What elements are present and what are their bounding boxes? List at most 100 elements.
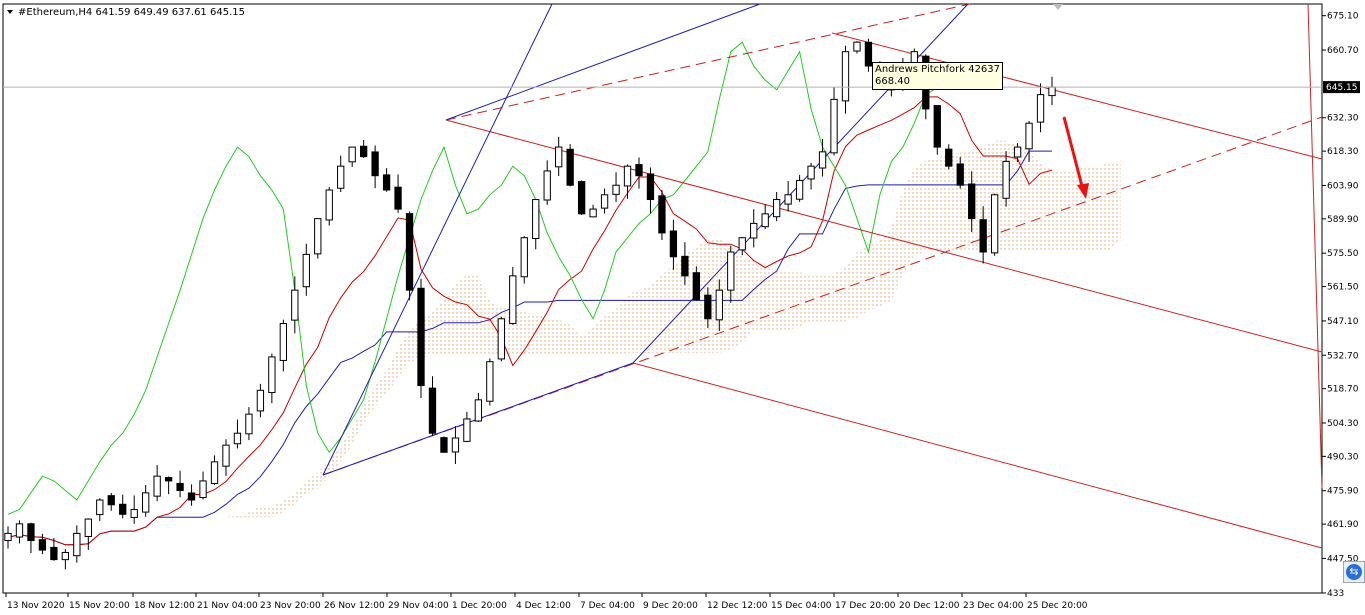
candle-body xyxy=(497,318,505,360)
y-tick-label: 561.50 xyxy=(1327,283,1359,293)
x-tick-label: 20 Dec 12:00 xyxy=(899,601,960,611)
candle-body xyxy=(4,532,12,542)
candle-body xyxy=(164,477,173,482)
candle-body xyxy=(658,195,666,234)
candle-body xyxy=(348,146,356,163)
candle-body xyxy=(589,208,597,218)
candle-body xyxy=(222,444,230,467)
candle-body xyxy=(933,105,941,148)
candle-body xyxy=(451,437,460,453)
scroll-to-end-button[interactable]: ⇆ xyxy=(1343,561,1365,583)
candle-body xyxy=(428,387,437,434)
x-tick-label: 26 Nov 12:00 xyxy=(324,601,385,611)
candle xyxy=(486,358,494,406)
candle-body xyxy=(773,199,781,218)
candle xyxy=(990,193,999,256)
y-tick-label: 461.90 xyxy=(1327,520,1359,530)
candle-body xyxy=(750,222,758,239)
candle-body xyxy=(692,272,701,301)
y-tick-label: 675.10 xyxy=(1327,12,1359,22)
x-tick-label: 7 Dec 04:00 xyxy=(580,601,635,611)
candle-body xyxy=(61,551,70,561)
candle-body xyxy=(474,399,483,422)
candle-body xyxy=(945,148,953,167)
x-tick-label: 15 Nov 20:00 xyxy=(69,601,130,611)
pitchfork-tooltip: Andrews Pitchfork 42637 668.40 xyxy=(872,62,1004,90)
candle-body xyxy=(979,219,987,253)
x-tick-label: 17 Dec 20:00 xyxy=(835,601,896,611)
x-tick-label: 12 Dec 12:00 xyxy=(707,601,768,611)
candle-body xyxy=(681,255,689,277)
candle-body xyxy=(382,174,391,191)
candle-body xyxy=(635,164,643,177)
candle-body xyxy=(371,151,379,177)
candle-body xyxy=(38,539,47,551)
x-tick-label: 13 Nov 2020 xyxy=(7,601,65,611)
candle-body xyxy=(291,289,299,321)
candle-body xyxy=(704,294,712,320)
candle xyxy=(658,189,666,241)
x-tick-label: 9 Dec 20:00 xyxy=(643,601,698,611)
candle-body xyxy=(359,145,368,158)
candle xyxy=(325,186,333,226)
candle-body xyxy=(1025,122,1033,150)
y-tick-label: 547.10 xyxy=(1327,317,1359,327)
candle xyxy=(566,144,574,187)
candle-body xyxy=(612,184,620,195)
candle xyxy=(577,180,586,215)
candle xyxy=(520,236,528,284)
candle-body xyxy=(864,41,873,67)
candle-body xyxy=(727,251,735,291)
candle-body xyxy=(1002,160,1010,199)
candle-body xyxy=(543,170,551,201)
candle-body xyxy=(245,413,253,435)
candle-body xyxy=(509,275,517,325)
x-tick-label: 23 Nov 20:00 xyxy=(260,601,321,611)
candle-body xyxy=(440,437,448,453)
candle-body xyxy=(96,499,104,516)
candle-body xyxy=(15,523,24,538)
candle-body xyxy=(119,503,127,515)
price-chart[interactable]: 675.10 660.70 632.30 618.30 603.90 589.90 575.… xyxy=(0,0,1365,615)
y-tick-label: 603.90 xyxy=(1327,181,1359,191)
y-tick-label: 518.70 xyxy=(1327,385,1359,395)
y-tick-label: 475.90 xyxy=(1327,487,1359,497)
x-tick-label: 23 Dec 04:00 xyxy=(963,601,1024,611)
tooltip-title: Andrews Pitchfork 42637 xyxy=(875,64,1001,75)
candle-body xyxy=(761,213,769,228)
candle xyxy=(509,266,517,325)
candle-body xyxy=(669,230,678,258)
candle-body xyxy=(715,289,723,321)
candle xyxy=(497,316,505,362)
candle-body xyxy=(566,148,574,186)
candle-body xyxy=(784,194,792,205)
candle-body xyxy=(600,194,609,209)
candle-body xyxy=(233,432,242,445)
candle-body xyxy=(187,492,196,501)
candle-body xyxy=(577,181,586,215)
chart-container[interactable]: 675.10 660.70 632.30 618.30 603.90 589.90 575.… xyxy=(0,0,1365,615)
candle-body xyxy=(956,163,964,186)
current-price-label: 645.15 xyxy=(1326,83,1358,93)
y-tick-label: 632.30 xyxy=(1327,114,1359,124)
candle xyxy=(405,211,414,301)
candle-body xyxy=(268,356,276,394)
x-tick-label: 4 Dec 12:00 xyxy=(516,601,571,611)
candle-body xyxy=(84,518,92,537)
candle-body xyxy=(520,237,528,278)
candle-body xyxy=(107,495,115,506)
candle-body xyxy=(325,189,333,221)
candle-body xyxy=(623,165,632,187)
chart-header-text: #Ethereum,H4 641.59 649.49 637.61 645.15 xyxy=(18,7,245,18)
candle-body xyxy=(1036,94,1045,123)
x-tick-label: 1 Dec 20:00 xyxy=(452,601,507,611)
y-tick-label: 575.50 xyxy=(1327,249,1359,259)
candle-body xyxy=(818,151,827,169)
candle-body xyxy=(142,492,150,513)
candle-body xyxy=(176,482,184,491)
candle-body xyxy=(555,146,563,168)
candle-body xyxy=(130,509,138,518)
candle xyxy=(314,218,322,259)
candle-body xyxy=(807,165,815,180)
candle-body xyxy=(646,173,655,201)
